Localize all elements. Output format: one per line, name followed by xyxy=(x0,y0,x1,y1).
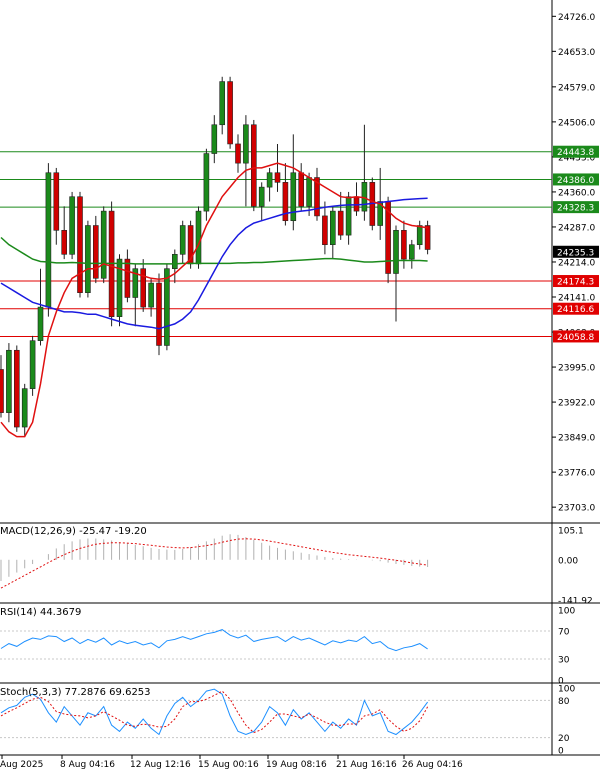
candle-body-52 xyxy=(408,244,415,260)
candle-body-7 xyxy=(53,172,60,231)
price-tick-label-0: 24726.0 xyxy=(558,13,595,23)
candle-body-38 xyxy=(298,172,305,207)
candle-body-18 xyxy=(140,268,146,308)
x-tick-label-2: 12 Aug 12:16 xyxy=(130,760,191,770)
price-tick-label-3: 24506.0 xyxy=(558,118,595,128)
level-tag-label-1: 24386.0 xyxy=(557,176,594,186)
macd-tick-label-2: -141.92 xyxy=(558,597,593,607)
price-tick-label-13: 23776.0 xyxy=(558,469,595,479)
candle-body-36 xyxy=(282,182,289,222)
candle-body-51 xyxy=(401,230,407,260)
candle-body-8 xyxy=(61,230,68,255)
stoch-tick-label-2: 20 xyxy=(558,734,570,744)
candle-body-1 xyxy=(6,349,12,413)
candle-body-4 xyxy=(29,340,36,389)
candle-body-26 xyxy=(203,153,210,212)
candle-body-50 xyxy=(393,230,399,274)
stoch-tick-label-3: 0 xyxy=(558,747,564,757)
x-tick-label-6: 26 Aug 04:16 xyxy=(402,760,463,770)
level-tag-label-5: 24058.8 xyxy=(557,333,594,343)
rsi-label: RSI(14) 44.3679 xyxy=(0,607,82,618)
candle-body-0 xyxy=(0,369,4,413)
price-tick-label-7: 24214.0 xyxy=(558,258,595,268)
price-tick-label-10: 23995.0 xyxy=(558,364,595,374)
candle-body-12 xyxy=(93,225,99,279)
rsi-tick-label-2: 30 xyxy=(558,656,570,666)
candle-body-10 xyxy=(77,196,83,293)
x-tick-label-0: Aug 2025 xyxy=(0,760,43,770)
candle-body-29 xyxy=(227,81,233,145)
candle-body-23 xyxy=(179,225,186,255)
level-tag-label-3: 24174.3 xyxy=(557,278,594,288)
candle-body-20 xyxy=(156,282,162,346)
candle-body-3 xyxy=(21,388,28,428)
price-tick-label-1: 24653.0 xyxy=(558,48,595,58)
rsi-tick-label-1: 70 xyxy=(558,628,570,638)
price-tick-label-12: 23849.0 xyxy=(558,434,595,444)
candle-body-25 xyxy=(195,210,202,265)
candle-body-35 xyxy=(274,172,281,183)
candle-body-19 xyxy=(148,282,154,308)
x-tick-label-3: 15 Aug 00:16 xyxy=(198,760,259,770)
macd-tick-label-1: 0.00 xyxy=(558,556,578,566)
candle-body-28 xyxy=(219,81,225,126)
rsi-line xyxy=(0,629,428,652)
candle-body-42 xyxy=(329,210,336,246)
macd-label: MACD(12,26,9) -25.47 -19.20 xyxy=(0,526,147,537)
candle-body-39 xyxy=(306,177,312,207)
candle-body-16 xyxy=(124,258,131,298)
stoch-tick-label-1: 80 xyxy=(558,697,570,707)
chart-svg: 24726.024653.024579.024506.024433.024360… xyxy=(0,0,600,770)
candle-body-41 xyxy=(322,215,328,246)
candle-body-37 xyxy=(290,172,297,222)
candle-body-13 xyxy=(100,210,107,279)
price-tick-label-2: 24579.0 xyxy=(558,83,595,93)
candle-body-6 xyxy=(45,172,52,308)
x-tick-label-1: 8 Aug 04:16 xyxy=(60,760,115,770)
candle-body-5 xyxy=(37,306,44,341)
stoch-label: Stoch(5,3,3) 77.2876 69.6253 xyxy=(0,687,151,698)
price-tick-label-6: 24287.0 xyxy=(558,223,595,233)
x-tick-label-4: 19 Aug 08:16 xyxy=(266,760,327,770)
candle-body-30 xyxy=(235,143,241,164)
candle-body-34 xyxy=(266,172,273,188)
candle-body-11 xyxy=(85,225,91,293)
candle-body-43 xyxy=(337,210,344,236)
candle-body-9 xyxy=(69,196,75,255)
candle-body-22 xyxy=(172,254,178,269)
candle-body-33 xyxy=(258,186,265,207)
current-price-label: 24235.3 xyxy=(557,248,594,258)
price-tick-label-5: 24360.0 xyxy=(558,188,595,198)
candle-body-21 xyxy=(164,268,170,346)
level-tag-label-2: 24328.3 xyxy=(557,204,594,214)
candle-body-31 xyxy=(243,124,249,164)
level-tag-label-0: 24443.8 xyxy=(557,148,594,158)
stoch-tick-label-0: 100 xyxy=(558,685,575,695)
candle-body-27 xyxy=(211,124,218,154)
chart-root: 24726.0 24653.0 24579.0 24506.0 24433.0 24360… xyxy=(0,0,600,770)
price-tick-label-8: 24141.0 xyxy=(558,294,595,304)
price-tick-label-11: 23922.0 xyxy=(558,399,595,409)
candle-body-2 xyxy=(14,349,20,428)
candle-body-32 xyxy=(251,124,257,207)
x-tick-label-5: 21 Aug 16:16 xyxy=(336,760,397,770)
candle-body-54 xyxy=(424,225,431,250)
price-tick-label-14: 23703.0 xyxy=(558,504,595,514)
level-tag-label-4: 24116.6 xyxy=(557,305,594,315)
candle-body-44 xyxy=(345,196,352,236)
candle-body-45 xyxy=(353,196,360,212)
rsi-tick-label-0: 100 xyxy=(558,607,575,617)
candle-body-53 xyxy=(416,225,423,246)
macd-tick-label-0: 105.1 xyxy=(558,527,584,537)
